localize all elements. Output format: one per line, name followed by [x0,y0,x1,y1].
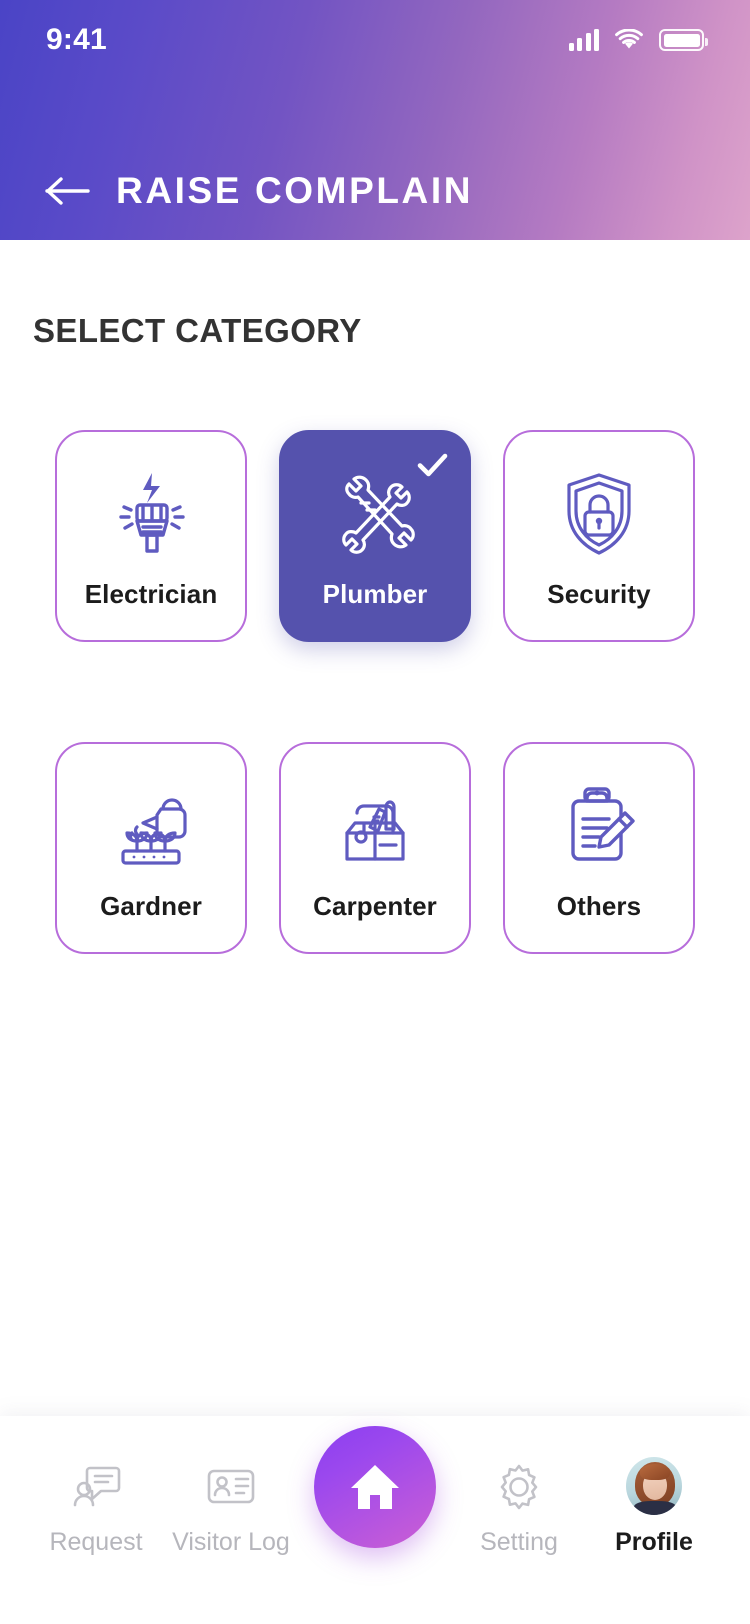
category-label: Security [547,578,651,609]
wifi-icon [615,29,643,49]
category-grid: Electrician Plumber Security Gardner Car… [55,430,695,954]
app-header: 9:41 RAISE COMPLAIN [0,0,750,240]
gear-icon [491,1458,547,1514]
category-card-electrician[interactable]: Electrician [55,430,247,642]
crossed-wrenches-icon [323,463,427,567]
category-label: Plumber [322,578,428,609]
nav-label: Profile [615,1528,693,1556]
category-label: Electrician [84,578,218,609]
person-message-icon [68,1458,124,1514]
cellular-signal-icon [568,29,599,51]
id-card-icon [203,1458,259,1514]
status-bar: 9:41 [0,0,750,80]
nav-item-profile[interactable]: Profile [588,1457,720,1557]
header-title-bar: RAISE COMPLAIN [44,170,473,212]
battery-icon [659,29,708,51]
category-card-carpenter[interactable]: Carpenter [279,742,471,954]
bottom-navigation-bar: Request Visitor Log Setting Profile [0,1416,750,1624]
category-card-plumber[interactable]: Plumber [279,430,471,642]
nav-label: Request [49,1528,143,1556]
nav-item-visitor-log[interactable]: Visitor Log [165,1458,297,1557]
category-label: Gardner [100,890,202,921]
watering-can-plants-icon [99,775,203,879]
category-label: Carpenter [313,890,437,921]
section-title: SELECT CATEGORY [33,312,362,349]
nav-item-setting[interactable]: Setting [453,1458,585,1557]
back-arrow-icon[interactable] [44,174,92,208]
status-bar-icons [568,29,708,51]
nav-label: Visitor Log [172,1528,290,1556]
category-card-gardner[interactable]: Gardner [55,742,247,954]
avatar [626,1457,682,1515]
category-label: Others [556,890,642,921]
avatar-photo [626,1457,682,1515]
home-button[interactable] [314,1426,436,1548]
main-content: SELECT CATEGORY Electrician Plumber Secu… [0,240,750,954]
category-card-others[interactable]: Others [503,742,695,954]
home-icon [351,1465,399,1509]
toolbox-icon [323,775,427,879]
nav-item-request[interactable]: Request [30,1458,162,1557]
check-icon [417,453,448,477]
page-title: RAISE COMPLAIN [116,170,474,211]
home-fab-wrapper [314,1426,436,1548]
electric-plug-icon [99,463,203,567]
nav-label: Setting [480,1528,558,1556]
status-bar-time: 9:41 [46,23,107,56]
shield-lock-icon [547,463,651,567]
clipboard-pencil-icon [547,775,651,879]
category-card-security[interactable]: Security [503,430,695,642]
